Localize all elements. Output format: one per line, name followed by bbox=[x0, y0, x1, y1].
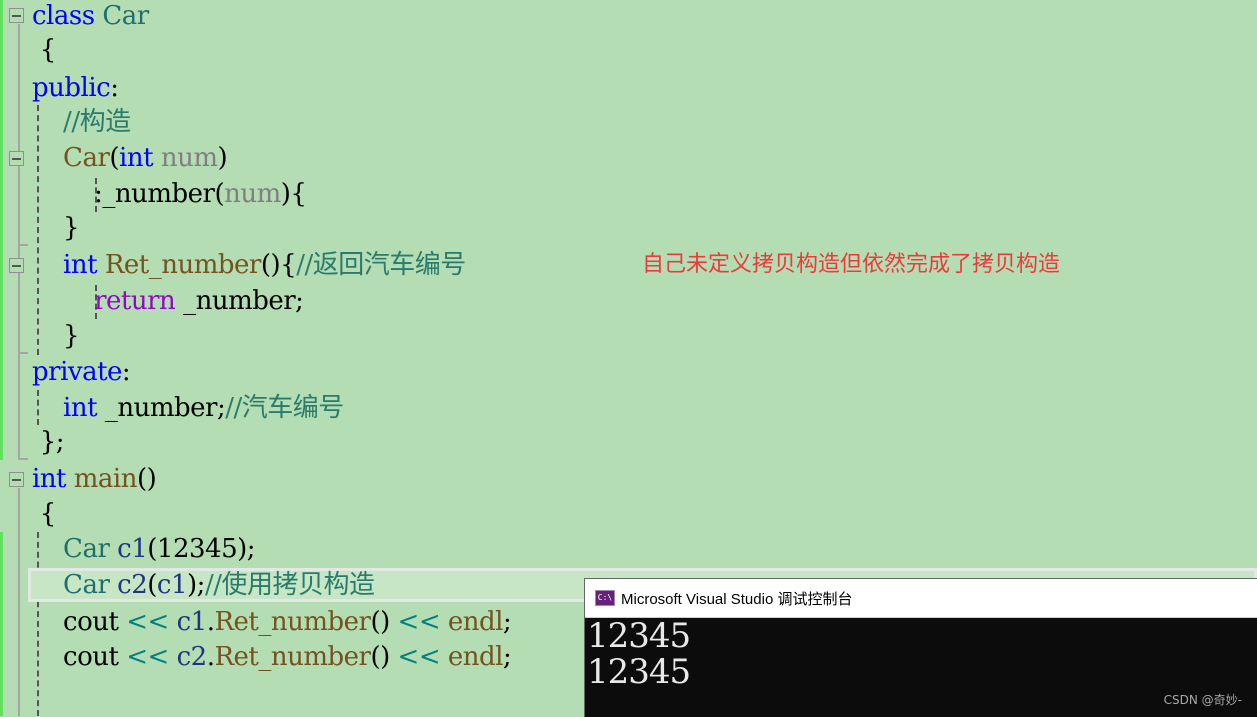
code-line[interactable]: Car c2(c1);//使用拷贝构造 bbox=[32, 567, 375, 603]
console-title: Microsoft Visual Studio 调试控制台 bbox=[621, 590, 853, 608]
watermark: CSDN @奇妙- bbox=[1163, 693, 1242, 707]
code-token: ); bbox=[187, 570, 205, 600]
code-token: num bbox=[153, 143, 218, 173]
outline-line bbox=[18, 244, 28, 246]
code-token: () bbox=[370, 642, 398, 672]
code-token: cout bbox=[32, 642, 127, 672]
code-line[interactable]: }; bbox=[32, 424, 65, 460]
code-token: (){ bbox=[260, 250, 297, 280]
code-token: ; bbox=[502, 607, 512, 637]
outline-line bbox=[18, 458, 28, 460]
code-token: _number; bbox=[175, 286, 304, 316]
code-token: c1 bbox=[168, 607, 208, 637]
code-token: ( bbox=[147, 570, 157, 600]
fold-toggle-constructor[interactable] bbox=[9, 151, 24, 166]
code-token: //使用拷贝构造 bbox=[204, 570, 375, 600]
code-token: class bbox=[32, 1, 103, 31]
code-token: Ret_number bbox=[214, 607, 371, 637]
code-token: cout bbox=[32, 607, 127, 637]
code-token: c1 bbox=[109, 534, 148, 564]
code-token: : bbox=[110, 73, 119, 103]
code-line[interactable]: int main() bbox=[32, 461, 157, 497]
debug-console-window[interactable]: C:\ Microsoft Visual Studio 调试控制台 12345 … bbox=[584, 578, 1257, 717]
code-line[interactable]: { bbox=[32, 32, 57, 68]
code-token: Car bbox=[32, 570, 110, 600]
code-line[interactable]: { bbox=[32, 496, 57, 532]
code-line[interactable]: Car c1(12345); bbox=[32, 531, 255, 567]
code-line[interactable]: int Ret_number(){//返回汽车编号 bbox=[32, 247, 466, 283]
code-token: Car bbox=[32, 534, 110, 564]
code-token: << bbox=[397, 607, 441, 637]
code-token: //构造 bbox=[32, 107, 131, 137]
code-token: << bbox=[126, 607, 169, 637]
code-token: } bbox=[32, 213, 80, 243]
code-token: int bbox=[32, 464, 67, 494]
code-line[interactable]: class Car bbox=[32, 0, 149, 34]
code-token: int bbox=[32, 393, 98, 423]
change-bar bbox=[0, 532, 3, 716]
code-token: ( bbox=[109, 143, 120, 173]
console-output-area[interactable]: 12345 12345 CSDN @奇妙- bbox=[585, 616, 1257, 717]
code-token: :_number( bbox=[32, 179, 225, 209]
outline-line bbox=[18, 352, 28, 354]
console-title-bar[interactable]: C:\ Microsoft Visual Studio 调试控制台 bbox=[585, 579, 1257, 617]
console-output-line: 12345 bbox=[587, 652, 691, 692]
code-line[interactable]: } bbox=[32, 318, 80, 354]
code-line[interactable]: cout << c2.Ret_number() << endl; bbox=[32, 639, 512, 675]
code-line[interactable]: private: bbox=[32, 354, 131, 390]
code-line[interactable]: Car(int num) bbox=[32, 140, 228, 176]
code-token: public bbox=[32, 73, 111, 103]
code-line[interactable]: //构造 bbox=[32, 104, 131, 140]
code-token: }; bbox=[32, 427, 65, 457]
code-token: ; bbox=[502, 642, 512, 672]
code-line[interactable]: public: bbox=[32, 70, 119, 106]
code-line[interactable]: return _number; bbox=[32, 283, 304, 319]
code-token: c2 bbox=[109, 570, 148, 600]
console-app-icon: C:\ bbox=[595, 590, 615, 606]
code-token: num bbox=[224, 179, 281, 209]
code-token: Car bbox=[102, 1, 149, 31]
code-token: Ret_number bbox=[97, 250, 262, 280]
annotation-text: 自己未定义拷贝构造但依然完成了拷贝构造 bbox=[642, 252, 1061, 277]
code-token: ){ bbox=[280, 179, 307, 209]
code-token: endl bbox=[440, 607, 504, 637]
code-line[interactable]: :_number(num){ bbox=[32, 176, 307, 212]
code-token: ) bbox=[217, 143, 228, 173]
fold-toggle-class[interactable] bbox=[9, 8, 24, 23]
code-token: : bbox=[121, 357, 131, 387]
outline-line bbox=[18, 488, 20, 716]
code-line[interactable]: int _number;//汽车编号 bbox=[32, 390, 344, 426]
code-token: return bbox=[32, 286, 176, 316]
change-bar bbox=[0, 0, 3, 460]
code-token: << bbox=[397, 642, 441, 672]
code-token: main bbox=[66, 464, 138, 494]
code-token: << bbox=[126, 642, 169, 672]
code-token: endl bbox=[440, 642, 504, 672]
code-token: () bbox=[137, 464, 157, 494]
code-token: int bbox=[32, 250, 98, 280]
code-token: (12345); bbox=[147, 534, 256, 564]
code-token: Ret_number bbox=[214, 642, 371, 672]
outline-line bbox=[18, 24, 20, 458]
code-token: { bbox=[32, 35, 57, 65]
code-token: //返回汽车编号 bbox=[296, 250, 466, 280]
console-output-line: 12345 bbox=[587, 616, 691, 656]
code-token: _number; bbox=[97, 393, 226, 423]
code-token: { bbox=[32, 499, 57, 529]
code-token: private bbox=[32, 357, 122, 387]
fold-toggle-ret-number[interactable] bbox=[9, 258, 24, 273]
code-token: () bbox=[370, 607, 398, 637]
code-token: c1 bbox=[156, 570, 188, 600]
code-token: //汽车编号 bbox=[225, 393, 344, 423]
code-token: } bbox=[32, 321, 80, 351]
fold-toggle-main[interactable] bbox=[9, 472, 24, 487]
code-token: c2 bbox=[168, 642, 208, 672]
code-token: Car bbox=[32, 143, 110, 173]
code-token: int bbox=[119, 143, 154, 173]
code-line[interactable]: } bbox=[32, 210, 80, 246]
code-line[interactable]: cout << c1.Ret_number() << endl; bbox=[32, 604, 512, 640]
